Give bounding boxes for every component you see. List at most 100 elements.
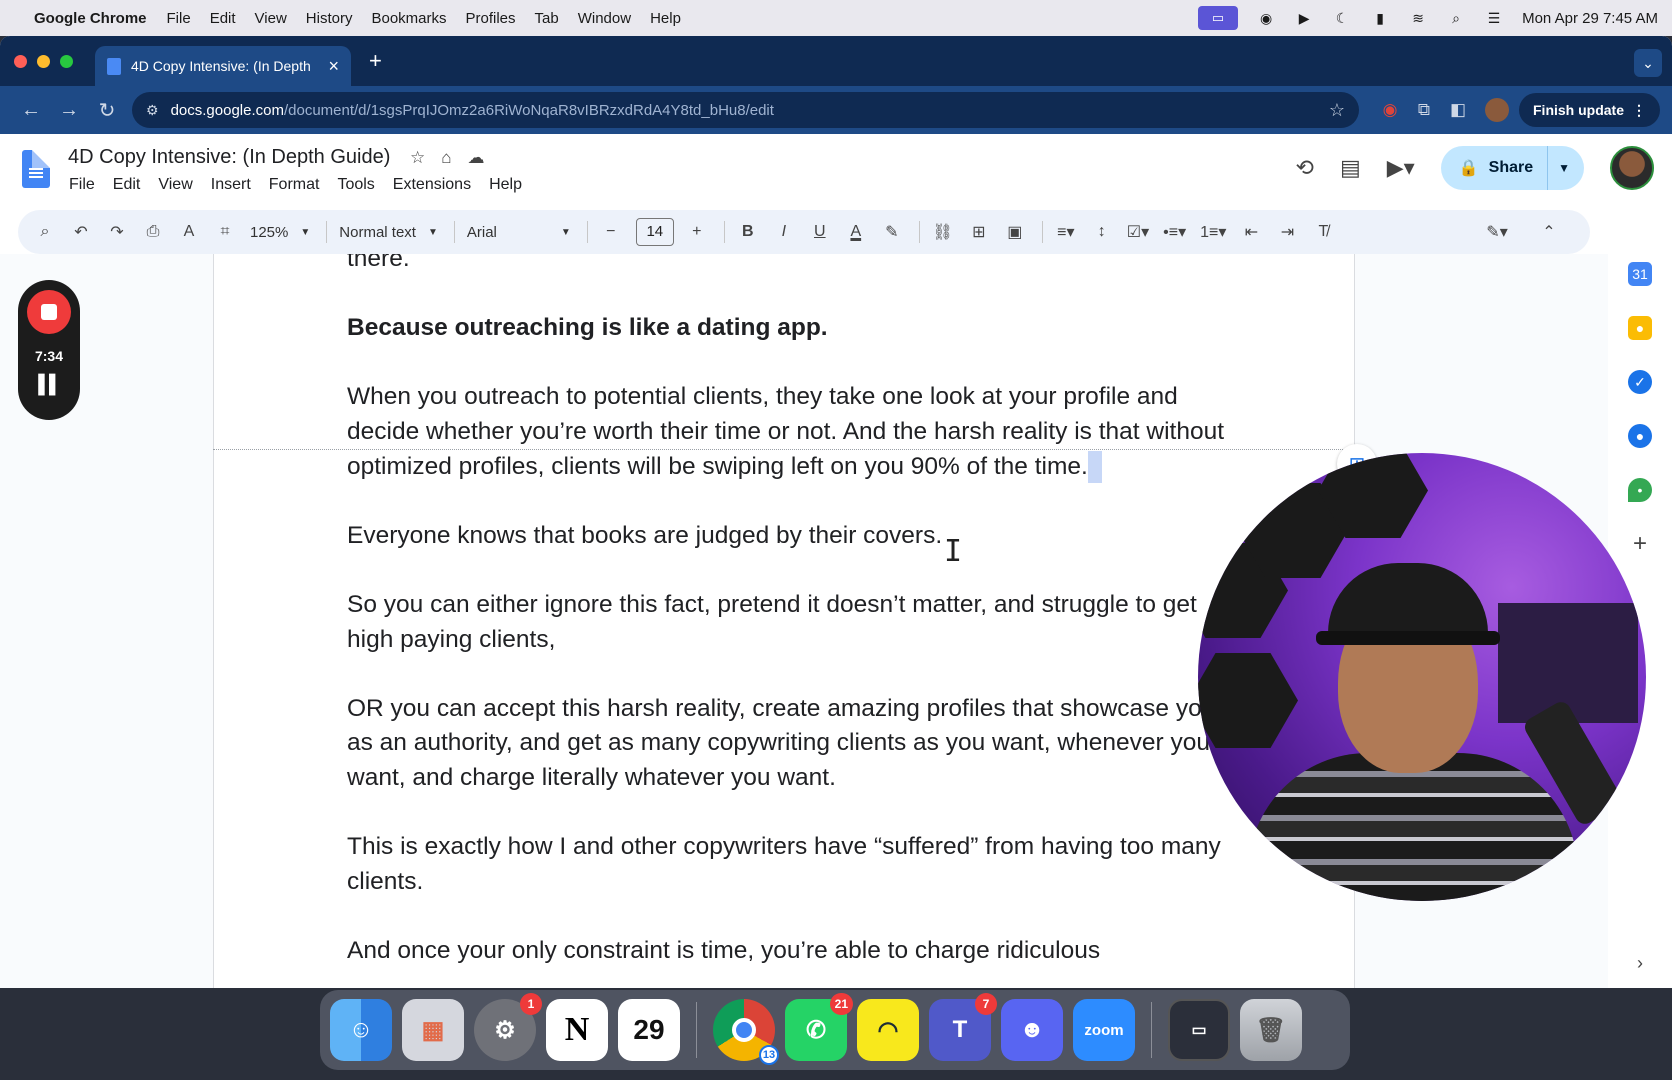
dock-finder[interactable]: ☺ bbox=[330, 999, 392, 1061]
profile-avatar-small[interactable] bbox=[1485, 98, 1509, 122]
docs-menu-view[interactable]: View bbox=[158, 176, 192, 194]
dock-recent-window[interactable]: ▭ bbox=[1168, 999, 1230, 1061]
print-icon[interactable]: ⎙ bbox=[142, 223, 164, 241]
side-panel-icon[interactable]: ◧ bbox=[1441, 100, 1475, 120]
docs-menu-file[interactable]: File bbox=[69, 176, 95, 194]
dock-whatsapp[interactable]: ✆ 21 bbox=[785, 993, 853, 1061]
forward-arrow-icon[interactable]: → bbox=[50, 99, 88, 122]
menubar-tab[interactable]: Tab bbox=[535, 10, 559, 27]
meet-camera-icon[interactable]: ▶▾ bbox=[1387, 155, 1415, 181]
dock-launchpad[interactable]: ▦ bbox=[402, 999, 464, 1061]
dock-chrome[interactable]: 13 bbox=[713, 999, 779, 1065]
paragraph-heading[interactable]: Because outreaching is like a dating app… bbox=[347, 311, 1227, 346]
paragraph[interactable]: Everyone knows that books are judged by … bbox=[347, 519, 1227, 554]
moon-icon[interactable]: ☾ bbox=[1332, 10, 1352, 26]
redo-icon[interactable]: ↷ bbox=[106, 222, 128, 242]
star-icon[interactable]: ☆ bbox=[410, 148, 425, 168]
hide-menus-chevron-up-icon[interactable]: ⌃ bbox=[1538, 222, 1560, 242]
spotlight-search-icon[interactable]: ⌕ bbox=[1446, 10, 1466, 26]
bold-icon[interactable]: B bbox=[737, 223, 759, 241]
version-history-icon[interactable]: ⟲ bbox=[1296, 155, 1314, 181]
move-folder-icon[interactable]: ⌂ bbox=[441, 148, 451, 168]
minimize-window-button[interactable] bbox=[37, 54, 50, 68]
bulleted-list-icon[interactable]: •≡▾ bbox=[1163, 222, 1186, 242]
menubar-bookmarks[interactable]: Bookmarks bbox=[371, 10, 446, 27]
control-center-icon[interactable]: ☰ bbox=[1484, 10, 1504, 26]
zoom-select[interactable]: 125% ▼ bbox=[250, 224, 310, 241]
dock-system-settings[interactable]: ⚙ 1 bbox=[474, 993, 542, 1061]
menubar-file[interactable]: File bbox=[167, 10, 191, 27]
paragraph-style-select[interactable]: Normal text ▼ bbox=[339, 224, 438, 241]
paragraph[interactable]: there. bbox=[347, 254, 1227, 277]
paragraph[interactable]: So you can either ignore this fact, pret… bbox=[347, 588, 1227, 657]
address-bar[interactable]: ⚙ docs.google.com/document/d/1sgsPrqIJOm… bbox=[132, 92, 1359, 128]
paragraph[interactable]: And once your only constraint is time, y… bbox=[347, 934, 1227, 969]
back-arrow-icon[interactable]: ← bbox=[12, 99, 50, 122]
checklist-icon[interactable]: ☑▾ bbox=[1127, 222, 1149, 242]
highlight-color-icon[interactable]: ✎ bbox=[881, 222, 903, 242]
increase-font-size-icon[interactable]: + bbox=[686, 223, 708, 241]
tasks-icon[interactable]: ✓ bbox=[1628, 370, 1652, 394]
menubar-clock[interactable]: Mon Apr 29 7:45 AM bbox=[1522, 10, 1658, 27]
dock-basecamp[interactable]: ◠ bbox=[857, 999, 919, 1061]
screen-share-icon[interactable]: ▭ bbox=[1198, 6, 1239, 30]
font-size-input[interactable]: 14 bbox=[635, 218, 674, 246]
docs-menu-format[interactable]: Format bbox=[269, 176, 320, 194]
maximize-window-button[interactable] bbox=[60, 54, 73, 68]
docs-menu-edit[interactable]: Edit bbox=[113, 176, 141, 194]
paint-format-icon[interactable]: ⌗ bbox=[214, 223, 236, 241]
text-color-icon[interactable]: A bbox=[845, 223, 867, 241]
increase-indent-icon[interactable]: ⇥ bbox=[1276, 222, 1298, 242]
dock-teams[interactable]: T7 bbox=[929, 993, 997, 1061]
menubar-window[interactable]: Window bbox=[578, 10, 631, 27]
calendar-icon[interactable]: 31 bbox=[1628, 262, 1652, 286]
maps-icon[interactable]: • bbox=[1628, 478, 1652, 502]
dock-zoom[interactable]: zoom bbox=[1073, 999, 1135, 1061]
decrease-indent-icon[interactable]: ⇤ bbox=[1240, 222, 1262, 242]
camera-status-icon[interactable]: ◉ bbox=[1256, 10, 1276, 26]
numbered-list-icon[interactable]: 1≡▾ bbox=[1200, 222, 1226, 242]
comments-icon[interactable]: ▤ bbox=[1340, 155, 1361, 181]
site-info-icon[interactable]: ⚙ bbox=[146, 102, 159, 119]
docs-logo-icon[interactable] bbox=[22, 150, 50, 188]
dock-discord[interactable]: ☻ bbox=[1001, 999, 1063, 1061]
docs-menu-help[interactable]: Help bbox=[489, 176, 522, 194]
clear-formatting-icon[interactable]: T̸ bbox=[1312, 223, 1334, 241]
play-icon[interactable]: ▶ bbox=[1294, 10, 1314, 26]
wifi-icon[interactable]: ≋ bbox=[1408, 10, 1428, 26]
tab-search-chevron-icon[interactable]: ⌄ bbox=[1634, 49, 1662, 77]
paragraph[interactable]: When you outreach to potential clients, … bbox=[347, 380, 1227, 484]
extensions-puzzle-icon[interactable]: ⧉ bbox=[1407, 100, 1441, 120]
recorder-extension-icon[interactable]: ◉ bbox=[1373, 100, 1407, 120]
tab-close-icon[interactable]: × bbox=[328, 56, 339, 77]
dock-trash[interactable]: 🗑 bbox=[1240, 999, 1302, 1061]
docs-menu-tools[interactable]: Tools bbox=[337, 176, 374, 194]
new-tab-button[interactable]: + bbox=[369, 48, 382, 74]
get-addons-plus-icon[interactable]: + bbox=[1628, 530, 1652, 557]
close-window-button[interactable] bbox=[14, 54, 27, 68]
bookmark-star-icon[interactable]: ☆ bbox=[1329, 100, 1345, 121]
italic-icon[interactable]: I bbox=[773, 223, 795, 241]
line-spacing-icon[interactable]: ↕ bbox=[1091, 223, 1113, 241]
collapse-panel-chevron-icon[interactable]: › bbox=[1637, 953, 1643, 974]
document-title[interactable]: 4D Copy Intensive: (In Depth Guide) bbox=[68, 146, 390, 169]
contacts-icon[interactable]: ● bbox=[1628, 424, 1652, 448]
keep-icon[interactable]: ● bbox=[1628, 316, 1652, 340]
docs-menu-extensions[interactable]: Extensions bbox=[393, 176, 471, 194]
spellcheck-icon[interactable]: A bbox=[178, 223, 200, 241]
menubar-edit[interactable]: Edit bbox=[210, 10, 236, 27]
share-dropdown-icon[interactable]: ▼ bbox=[1548, 161, 1584, 175]
dock-notion[interactable]: N bbox=[546, 999, 608, 1061]
align-icon[interactable]: ≡▾ bbox=[1055, 222, 1077, 242]
menubar-view[interactable]: View bbox=[255, 10, 287, 27]
menubar-history[interactable]: History bbox=[306, 10, 353, 27]
insert-image-icon[interactable]: ▣ bbox=[1004, 222, 1026, 242]
paragraph[interactable]: This is exactly how I and other copywrit… bbox=[347, 830, 1227, 899]
underline-icon[interactable]: U bbox=[809, 223, 831, 241]
search-menus-icon[interactable]: ⌕ bbox=[34, 223, 56, 241]
dock-calendar[interactable]: 29 bbox=[618, 999, 680, 1061]
finish-update-button[interactable]: Finish update ⋮ bbox=[1519, 93, 1660, 127]
menubar-app-name[interactable]: Google Chrome bbox=[34, 10, 147, 27]
docs-menu-insert[interactable]: Insert bbox=[211, 176, 251, 194]
font-select[interactable]: Arial ▼ bbox=[467, 224, 571, 241]
